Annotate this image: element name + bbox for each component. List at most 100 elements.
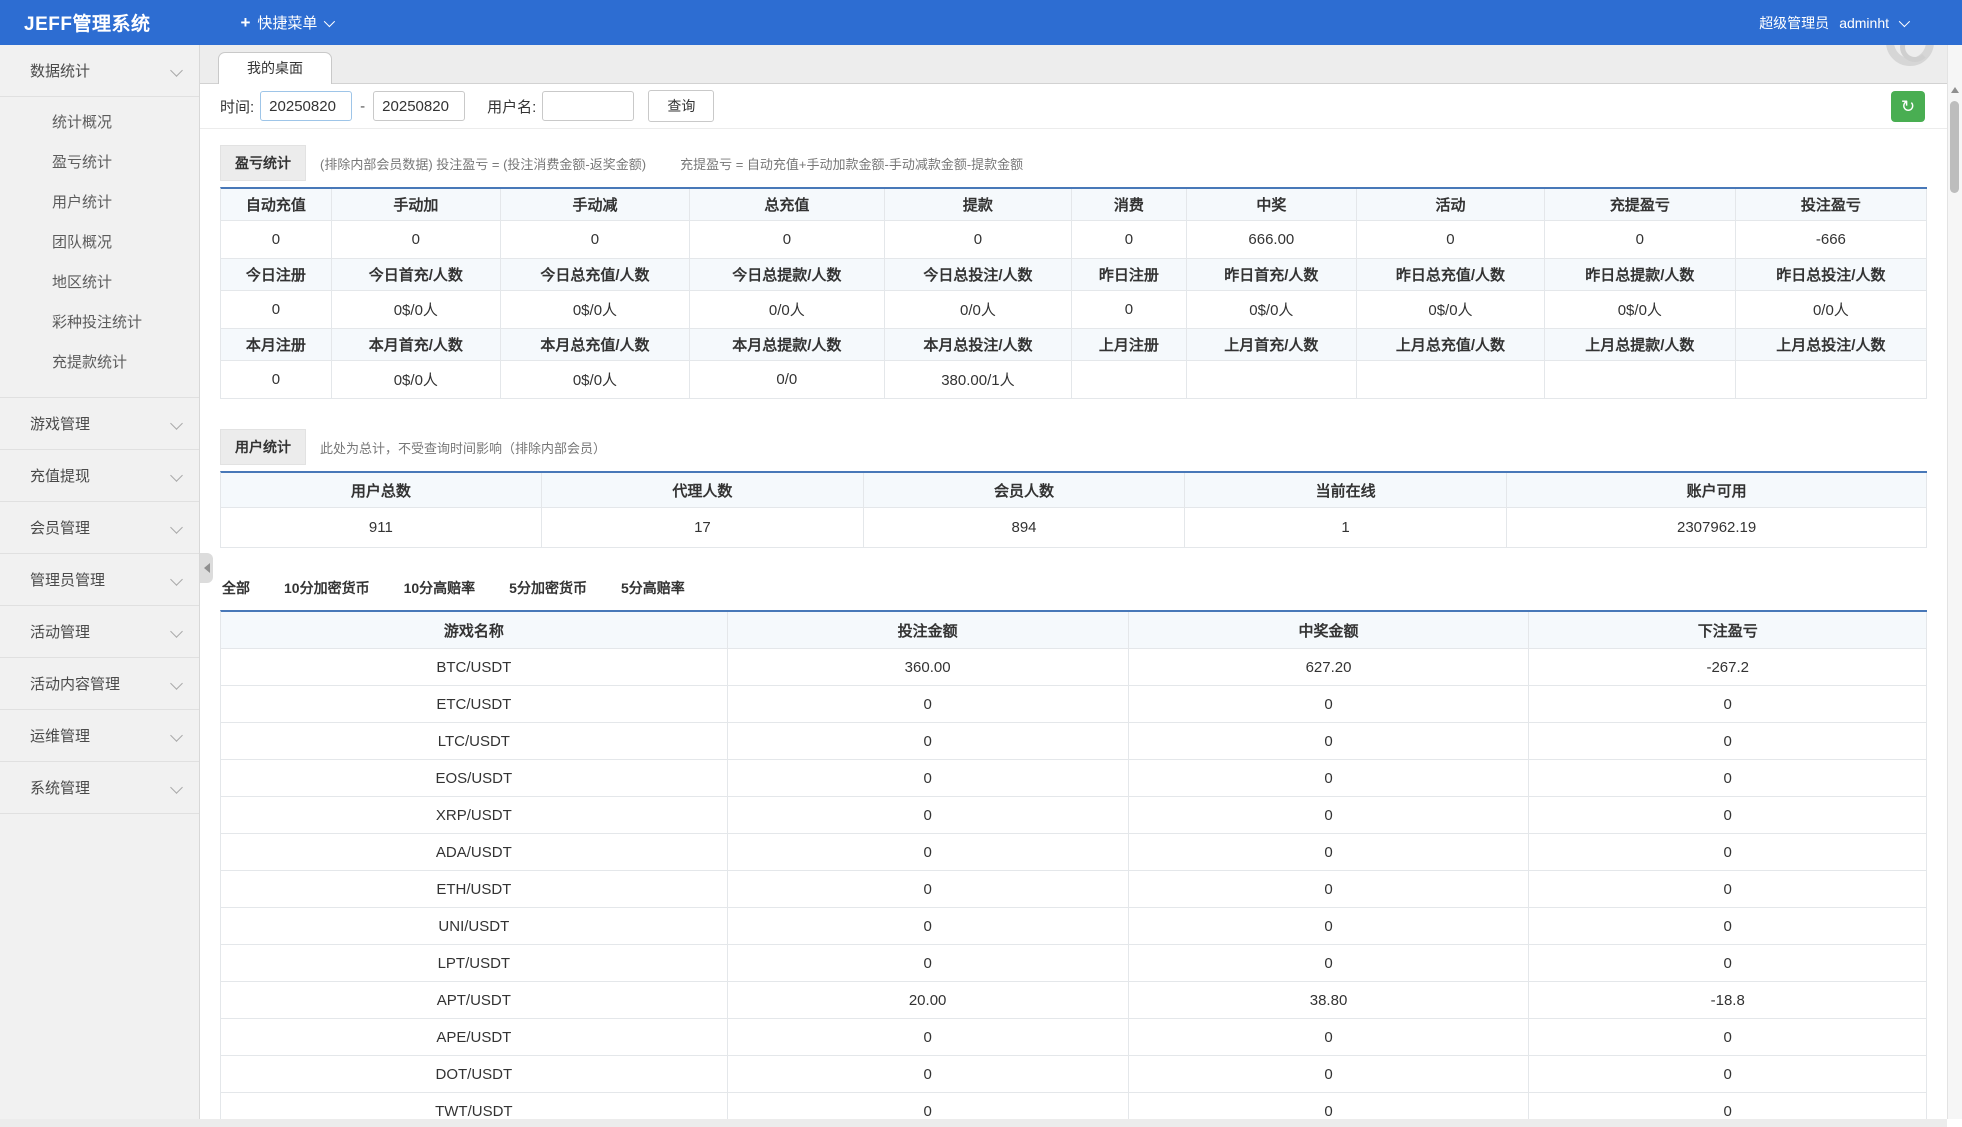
sidebar-group[interactable]: 会员管理 bbox=[0, 502, 199, 554]
game-table-row[interactable]: XRP/USDT 0 0 0 bbox=[221, 797, 1927, 834]
refresh-icon: ↻ bbox=[1901, 97, 1915, 116]
bet-profit-cell: 0 bbox=[1529, 945, 1926, 982]
plus-icon: + bbox=[240, 13, 250, 33]
game-table-row[interactable]: BTC/USDT 360.00 627.20 -267.2 bbox=[221, 649, 1927, 686]
tab-my-desktop[interactable]: 我的桌面 bbox=[218, 52, 332, 84]
user-header-cell: 当前在线 bbox=[1185, 473, 1507, 508]
game-table-row[interactable]: LPT/USDT 0 0 0 bbox=[221, 945, 1927, 982]
quick-menu-label: 快捷菜单 bbox=[257, 12, 317, 33]
top-bar: JEFF管理系统 + 快捷菜单 超级管理员 adminht bbox=[0, 0, 1962, 45]
username-input[interactable] bbox=[542, 91, 634, 121]
profit-value-cell: 0$/0人 bbox=[501, 361, 690, 399]
vertical-scrollbar[interactable] bbox=[1947, 45, 1962, 1119]
sidebar-subitem[interactable]: 统计概况 bbox=[0, 103, 199, 143]
quick-menu-button[interactable]: + 快捷菜单 bbox=[240, 12, 332, 33]
profit-value-cell: 0 bbox=[332, 221, 501, 259]
sidebar-group-label: 游戏管理 bbox=[30, 413, 172, 434]
game-table-row[interactable]: APE/USDT 0 0 0 bbox=[221, 1019, 1927, 1056]
sidebar-group[interactable]: 系统管理 bbox=[0, 762, 199, 814]
user-value-cell: 2307962.19 bbox=[1507, 508, 1927, 548]
profit-value-cell bbox=[1187, 361, 1358, 399]
sidebar-group[interactable]: 活动内容管理 bbox=[0, 658, 199, 710]
profit-header-row: 自动充值手动加手动减总充值提款消费中奖活动充提盈亏投注盈亏 bbox=[221, 189, 1927, 221]
date-to-input[interactable] bbox=[373, 91, 465, 121]
game-table-row[interactable]: APT/USDT 20.00 38.80 -18.8 bbox=[221, 982, 1927, 1019]
profit-header-cell: 昨日总充值/人数 bbox=[1357, 259, 1545, 291]
sidebar-group[interactable]: 活动管理 bbox=[0, 606, 199, 658]
sidebar-group[interactable]: 管理员管理 bbox=[0, 554, 199, 606]
sidebar-group[interactable]: 充值提现 bbox=[0, 450, 199, 502]
game-name-cell: TWT/USDT bbox=[221, 1093, 728, 1119]
sidebar-group-label: 系统管理 bbox=[30, 777, 172, 798]
game-table: 游戏名称投注金额中奖金额下注盈亏 BTC/USDT 360.00 627.20 … bbox=[220, 610, 1927, 1119]
game-filter-tab[interactable]: 10分加密货币 bbox=[282, 574, 372, 602]
bet-amount-cell: 0 bbox=[728, 834, 1129, 871]
game-table-row[interactable]: LTC/USDT 0 0 0 bbox=[221, 723, 1927, 760]
profit-header-cell: 今日总投注/人数 bbox=[885, 259, 1073, 291]
profit-value-cell: 0 bbox=[221, 221, 332, 259]
vertical-scrollbar-thumb[interactable] bbox=[1950, 101, 1959, 193]
refresh-button[interactable]: ↻ bbox=[1891, 91, 1925, 122]
profit-header-cell: 今日首充/人数 bbox=[332, 259, 501, 291]
sidebar-subitem[interactable]: 盈亏统计 bbox=[0, 143, 199, 183]
scroll-up-icon[interactable] bbox=[1951, 87, 1959, 93]
profit-value-cell: 0/0 bbox=[690, 361, 884, 399]
game-filter-tab[interactable]: 全部 bbox=[220, 574, 252, 602]
user-header-cell: 用户总数 bbox=[221, 473, 542, 508]
game-filter-tab[interactable]: 5分加密货币 bbox=[507, 574, 589, 602]
profit-header-cell: 今日注册 bbox=[221, 259, 332, 291]
date-from-input[interactable] bbox=[260, 91, 352, 121]
game-filter-tab[interactable]: 10分高赔率 bbox=[402, 574, 478, 602]
profit-header-cell: 手动加 bbox=[332, 189, 501, 221]
sidebar-collapse-handle[interactable] bbox=[200, 553, 213, 583]
game-header-cell: 中奖金额 bbox=[1129, 612, 1530, 649]
profit-value-cell bbox=[1545, 361, 1736, 399]
profit-header-cell: 上月总提款/人数 bbox=[1545, 329, 1736, 361]
sidebar-group-label: 管理员管理 bbox=[30, 569, 172, 590]
game-table-row[interactable]: DOT/USDT 0 0 0 bbox=[221, 1056, 1927, 1093]
sidebar-groups: 游戏管理 充值提现 会员管理 管理员管理 活动管理 bbox=[0, 398, 199, 814]
sidebar-subitem[interactable]: 用户统计 bbox=[0, 183, 199, 223]
user-value-cell: 894 bbox=[864, 508, 1185, 548]
profit-header-cell: 上月注册 bbox=[1072, 329, 1186, 361]
sidebar-group-label: 会员管理 bbox=[30, 517, 172, 538]
chevron-down-icon bbox=[170, 729, 183, 742]
bet-profit-cell: 0 bbox=[1529, 1093, 1926, 1119]
profit-value-cell: 0$/0人 bbox=[501, 291, 690, 329]
game-section: 全部 10分加密货币 10分高赔率 5分加密货币 5分高赔率 游戏名称投注金额中奖金额下… bbox=[220, 574, 1927, 1119]
profit-value-cell: 0$/0人 bbox=[332, 291, 501, 329]
profit-header-cell: 昨日总投注/人数 bbox=[1736, 259, 1927, 291]
profit-section-note: (排除内部会员数据) 投注盈亏 = (投注消费金额-返奖金额) bbox=[320, 154, 646, 173]
game-table-row[interactable]: ADA/USDT 0 0 0 bbox=[221, 834, 1927, 871]
sidebar-group[interactable]: 运维管理 bbox=[0, 710, 199, 762]
profit-value-cell: 0 bbox=[501, 221, 690, 259]
sidebar-group[interactable]: 游戏管理 bbox=[0, 398, 199, 450]
profit-value-cell: 0$/0人 bbox=[332, 361, 501, 399]
game-name-cell: ADA/USDT bbox=[221, 834, 728, 871]
sidebar-group-data-stats[interactable]: 数据统计 bbox=[0, 45, 199, 97]
user-header-cell: 账户可用 bbox=[1507, 473, 1927, 508]
win-amount-cell: 0 bbox=[1129, 1019, 1530, 1056]
game-header-row: 游戏名称投注金额中奖金额下注盈亏 bbox=[221, 612, 1927, 649]
sidebar-subitem[interactable]: 地区统计 bbox=[0, 263, 199, 303]
horizontal-scrollbar[interactable] bbox=[0, 1119, 1947, 1127]
game-table-row[interactable]: TWT/USDT 0 0 0 bbox=[221, 1093, 1927, 1119]
sidebar-subitem[interactable]: 充提款统计 bbox=[0, 343, 199, 383]
bet-profit-cell: 0 bbox=[1529, 686, 1926, 723]
bet-profit-cell: 0 bbox=[1529, 871, 1926, 908]
sidebar-subitem[interactable]: 团队概况 bbox=[0, 223, 199, 263]
game-filter-tab[interactable]: 5分高赔率 bbox=[619, 574, 687, 602]
user-menu[interactable]: 超级管理员 adminht bbox=[1759, 13, 1907, 33]
user-section: 用户统计 此处为总计，不受查询时间影响（排除内部会员） 用户总数代理人数会员人数… bbox=[220, 429, 1927, 548]
query-button[interactable]: 查询 bbox=[648, 90, 714, 122]
game-name-cell: UNI/USDT bbox=[221, 908, 728, 945]
game-table-row[interactable]: ETC/USDT 0 0 0 bbox=[221, 686, 1927, 723]
game-table-row[interactable]: EOS/USDT 0 0 0 bbox=[221, 760, 1927, 797]
chevron-down-icon bbox=[170, 64, 183, 77]
sidebar-subitem[interactable]: 彩种投注统计 bbox=[0, 303, 199, 343]
profit-header-cell: 昨日注册 bbox=[1072, 259, 1186, 291]
game-table-row[interactable]: ETH/USDT 0 0 0 bbox=[221, 871, 1927, 908]
profit-header-cell: 本月总充值/人数 bbox=[501, 329, 690, 361]
game-table-row[interactable]: UNI/USDT 0 0 0 bbox=[221, 908, 1927, 945]
profit-value-cell: 0$/0人 bbox=[1545, 291, 1736, 329]
